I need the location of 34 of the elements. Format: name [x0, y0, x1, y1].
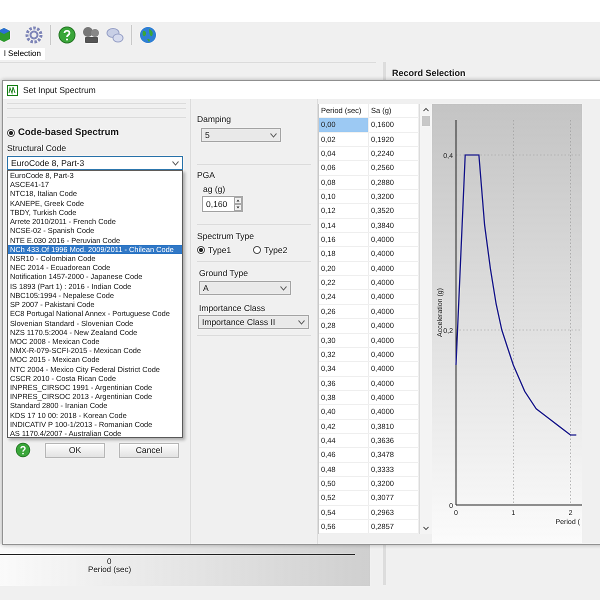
caret-icon	[270, 132, 277, 138]
damping-dropdown[interactable]: 5	[201, 128, 281, 142]
caret-icon	[298, 320, 305, 324]
pga-spinner[interactable]: 0,160	[202, 196, 243, 212]
radio-button[interactable]: Type2	[253, 245, 288, 255]
help-icon[interactable]	[15, 442, 31, 458]
panel-title: Record Selection	[392, 68, 466, 78]
help-icon[interactable]	[57, 25, 77, 45]
settings-icon[interactable]	[24, 25, 44, 45]
radio-button[interactable]: Code-based Spectrum	[7, 127, 119, 138]
globe-icon[interactable]	[138, 25, 158, 45]
chart-icon	[7, 84, 18, 96]
caret-icon	[172, 160, 179, 166]
scrollbar[interactable]	[419, 104, 432, 534]
importance-class-dropdown[interactable]: Importance Class II	[198, 315, 309, 329]
radio-button[interactable]: Type1	[197, 245, 232, 255]
spinner-arrows-icon[interactable]	[234, 197, 242, 211]
caret-icon	[280, 286, 287, 290]
tab[interactable]: l Selection	[0, 48, 45, 60]
group-label: Damping	[197, 114, 232, 124]
dialog-button[interactable]: OK	[45, 442, 105, 458]
film-reel-icon[interactable]	[81, 25, 101, 45]
axis-title: Period (sec)	[88, 565, 132, 574]
field-label: Structural Code	[7, 143, 68, 153]
code-dropdown[interactable]: EuroCode 8, Part-3	[7, 156, 183, 170]
field-label: Ground Type	[199, 268, 249, 278]
dialog-button[interactable]: Cancel	[119, 442, 179, 458]
group-label: Spectrum Type	[197, 231, 256, 241]
group-label: PGA	[197, 170, 216, 180]
tick-label: 0	[107, 557, 112, 566]
window-title: Set Input Spectrum	[23, 85, 96, 95]
field-label: ag (g)	[203, 184, 226, 194]
field-label: Importance Class	[199, 303, 266, 313]
ground-type-dropdown[interactable]: A	[199, 281, 291, 295]
